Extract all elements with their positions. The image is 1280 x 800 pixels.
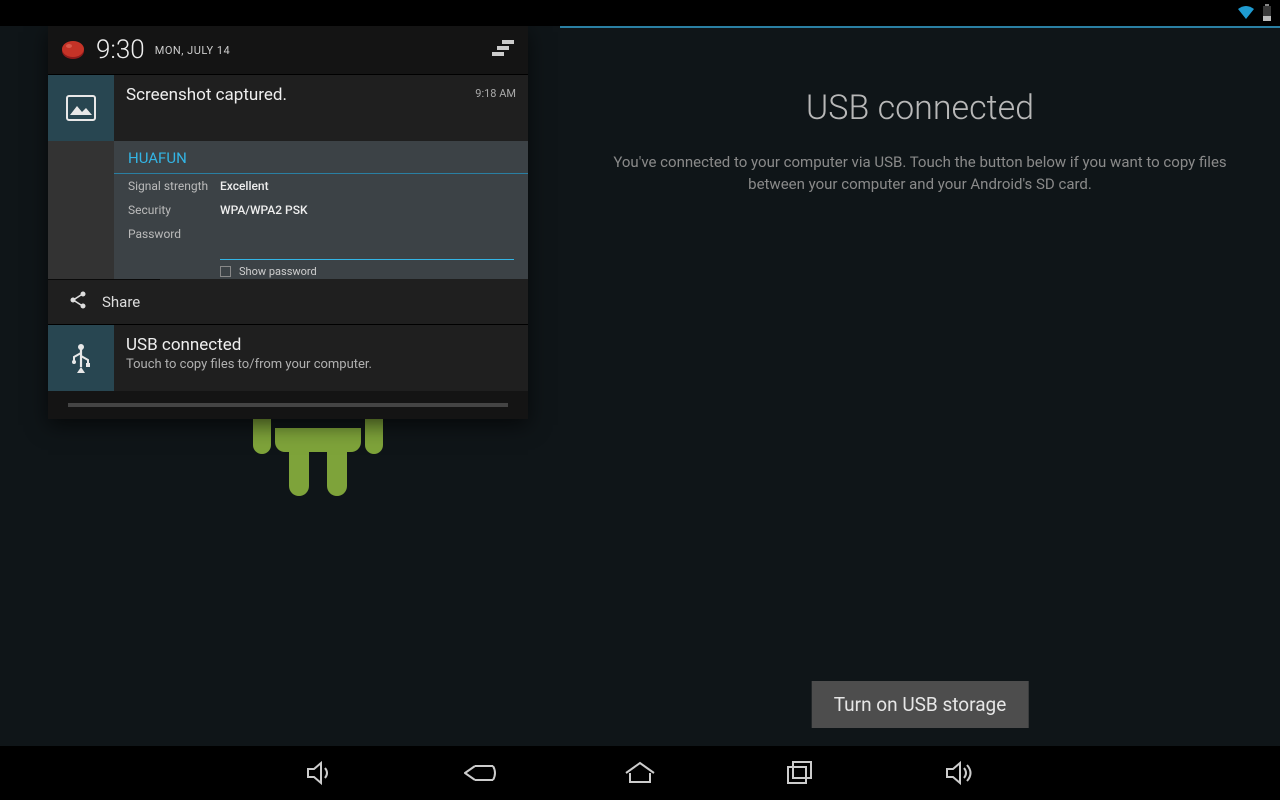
notification-time: 9:18 AM: [475, 75, 528, 141]
navigation-bar: [0, 746, 1280, 800]
home-button[interactable]: [620, 753, 660, 793]
recents-button[interactable]: [780, 753, 820, 793]
volume-up-button[interactable]: [940, 753, 980, 793]
share-action[interactable]: Share: [48, 279, 160, 324]
shade-handle[interactable]: [48, 391, 528, 419]
shade-time: 9:30: [96, 35, 145, 65]
screenshot-preview: HUAFUN Signal strengthExcellent Security…: [48, 141, 528, 279]
left-pane: HUAFUN Signal strengthExcellent Security…: [0, 26, 560, 746]
image-icon: [48, 75, 114, 141]
battery-icon: [1262, 4, 1272, 22]
jellybean-icon: [60, 40, 86, 60]
notification-usb[interactable]: USB connected Touch to copy files to/fro…: [48, 324, 528, 391]
usb-icon: [48, 325, 114, 391]
back-button[interactable]: [460, 753, 500, 793]
share-label: Share: [102, 293, 140, 311]
page-description: You've connected to your computer via US…: [600, 152, 1240, 196]
right-pane: USB connected You've connected to your c…: [560, 26, 1280, 746]
notification-title: Screenshot captured.: [126, 85, 463, 105]
wifi-icon: [1236, 5, 1256, 21]
clear-all-icon[interactable]: [490, 38, 516, 62]
notification-subtitle: Touch to copy files to/from your compute…: [126, 357, 516, 372]
notification-screenshot[interactable]: Screenshot captured. 9:18 AM HUAFUN Sign…: [48, 74, 528, 324]
shade-date: MON, JULY 14: [155, 44, 230, 57]
shade-header: 9:30 MON, JULY 14: [48, 26, 528, 74]
notification-shade[interactable]: 9:30 MON, JULY 14 Screenshot captured. 9…: [48, 26, 528, 419]
turn-on-usb-storage-button[interactable]: Turn on USB storage: [812, 681, 1029, 728]
notification-title: USB connected: [126, 335, 516, 355]
android-robot-graphic: [275, 428, 361, 452]
volume-down-button[interactable]: [300, 753, 340, 793]
share-icon: [68, 290, 88, 314]
system-status-bar: [0, 0, 1280, 26]
page-title: USB connected: [600, 88, 1240, 128]
